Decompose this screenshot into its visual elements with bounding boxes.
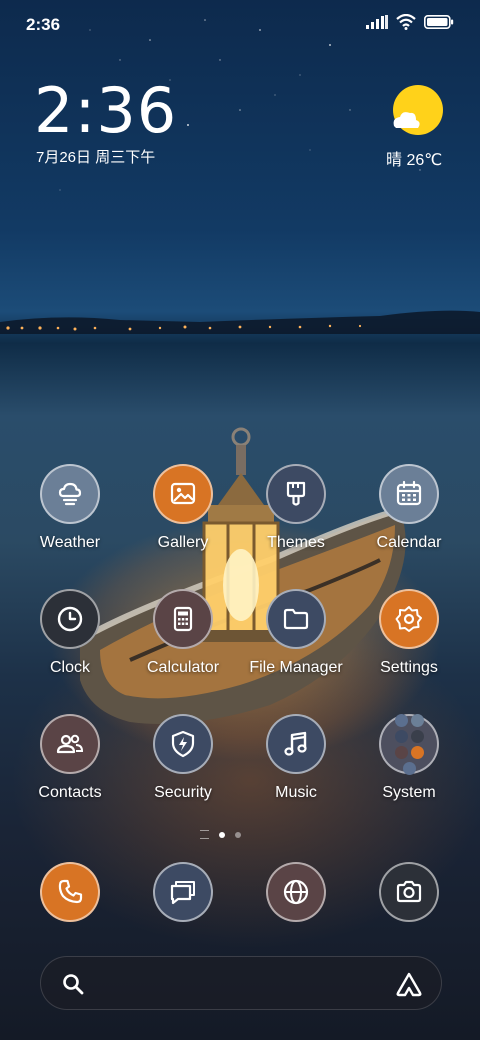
contacts-icon: [40, 714, 100, 774]
page-dot[interactable]: [235, 831, 241, 838]
app-label: System: [382, 784, 436, 801]
calendar-icon: [379, 464, 439, 524]
wifi-icon: [396, 14, 416, 30]
cleaner-mini-icon: [394, 729, 408, 743]
app-weather[interactable]: Weather: [14, 464, 126, 552]
app-calendar[interactable]: Calendar: [353, 464, 465, 552]
camera-icon: [379, 862, 439, 922]
app-label: File Manager: [249, 659, 343, 676]
app-label: Security: [154, 784, 212, 801]
app-security[interactable]: Security: [127, 714, 239, 802]
status-bar: 2:36: [0, 0, 480, 50]
phone-icon: [40, 862, 100, 922]
page-indicator: [200, 830, 241, 839]
weather-widget-text: 晴 26℃: [386, 152, 443, 169]
assistant-icon[interactable]: [395, 971, 423, 997]
signal-icon: [366, 15, 388, 29]
dock-phone[interactable]: [40, 862, 100, 922]
camera-mini-icon: [410, 745, 424, 759]
battery-icon: [424, 15, 454, 29]
compass-mini-icon: [394, 745, 408, 759]
search-icon: [63, 974, 84, 995]
browser-icon: [266, 862, 326, 922]
dock-messages[interactable]: [153, 862, 213, 922]
clock-widget-time[interactable]: 2:36: [34, 74, 177, 147]
clock-widget-date: 7月26日 周三下午: [36, 149, 156, 166]
app-label: Clock: [49, 659, 90, 676]
page-dot-active[interactable]: [219, 831, 225, 838]
app-themes[interactable]: Themes: [240, 464, 352, 552]
app-folder-system[interactable]: System: [353, 713, 465, 802]
calculator-icon: [153, 589, 213, 649]
status-icons: [366, 14, 454, 30]
scanner-mini-icon: [394, 713, 408, 727]
status-time: 2:36: [26, 15, 61, 34]
search-bar[interactable]: [40, 956, 442, 1010]
app-music[interactable]: Music: [240, 714, 352, 802]
tools-mini-icon: [402, 761, 416, 775]
music-note-icon: [266, 714, 326, 774]
gear-icon: [379, 589, 439, 649]
app-label: Gallery: [157, 534, 209, 551]
folder-preview: [379, 713, 439, 775]
page-list-icon[interactable]: [200, 830, 209, 839]
app-contacts[interactable]: Contacts: [14, 714, 126, 802]
app-label: Weather: [39, 534, 101, 551]
shield-icon: [153, 714, 213, 774]
app-settings[interactable]: Settings: [353, 589, 465, 677]
app-label: Settings: [380, 659, 438, 676]
app-clock[interactable]: Clock: [14, 589, 126, 677]
weather-app-icon: [40, 464, 100, 524]
app-gallery[interactable]: Gallery: [127, 464, 239, 552]
app-file-manager[interactable]: File Manager: [240, 589, 352, 677]
gallery-icon: [153, 464, 213, 524]
file-mini-icon: [410, 713, 424, 727]
app-label: Contacts: [38, 784, 102, 801]
dock-camera[interactable]: [379, 862, 439, 922]
distant-shoreline: [0, 310, 480, 334]
app-label: Music: [275, 784, 317, 801]
app-label: Themes: [267, 534, 325, 551]
app-label: Calendar: [376, 534, 442, 551]
folder-icon: [266, 589, 326, 649]
sunny-weather-icon[interactable]: [388, 82, 448, 142]
paintbrush-icon: [266, 464, 326, 524]
app-label: Calculator: [146, 659, 220, 676]
clock-icon: [40, 589, 100, 649]
messages-icon: [153, 862, 213, 922]
recorder-mini-icon: [410, 729, 424, 743]
app-calculator[interactable]: Calculator: [127, 589, 239, 677]
dock-browser[interactable]: [266, 862, 326, 922]
